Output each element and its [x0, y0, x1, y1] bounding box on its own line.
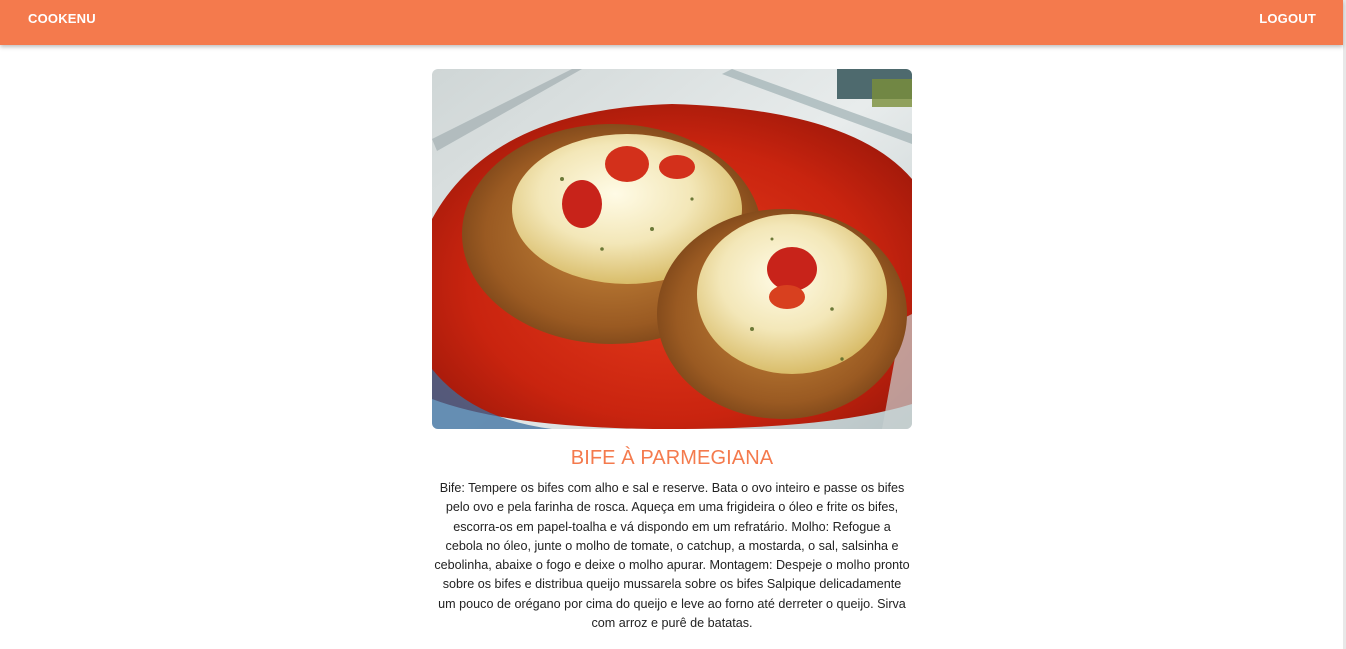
- recipe-description: Bife: Tempere os bifes com alho e sal e …: [434, 481, 910, 631]
- top-app-bar: COOKENU LOGOUT: [0, 0, 1343, 45]
- cookenu-home-button[interactable]: COOKENU: [28, 11, 96, 26]
- recipe-photo: [432, 69, 912, 429]
- recipe-title: BIFE À PARMEGIANA: [570, 447, 774, 469]
- recipe-detail: BIFE À PARMEGIANA Bife: Tempere os bifes…: [432, 69, 912, 633]
- page: COOKENU LOGOUT BIFE À PARMEGIANA Bife: T…: [0, 0, 1346, 649]
- logout-button[interactable]: LOGOUT: [1259, 11, 1316, 26]
